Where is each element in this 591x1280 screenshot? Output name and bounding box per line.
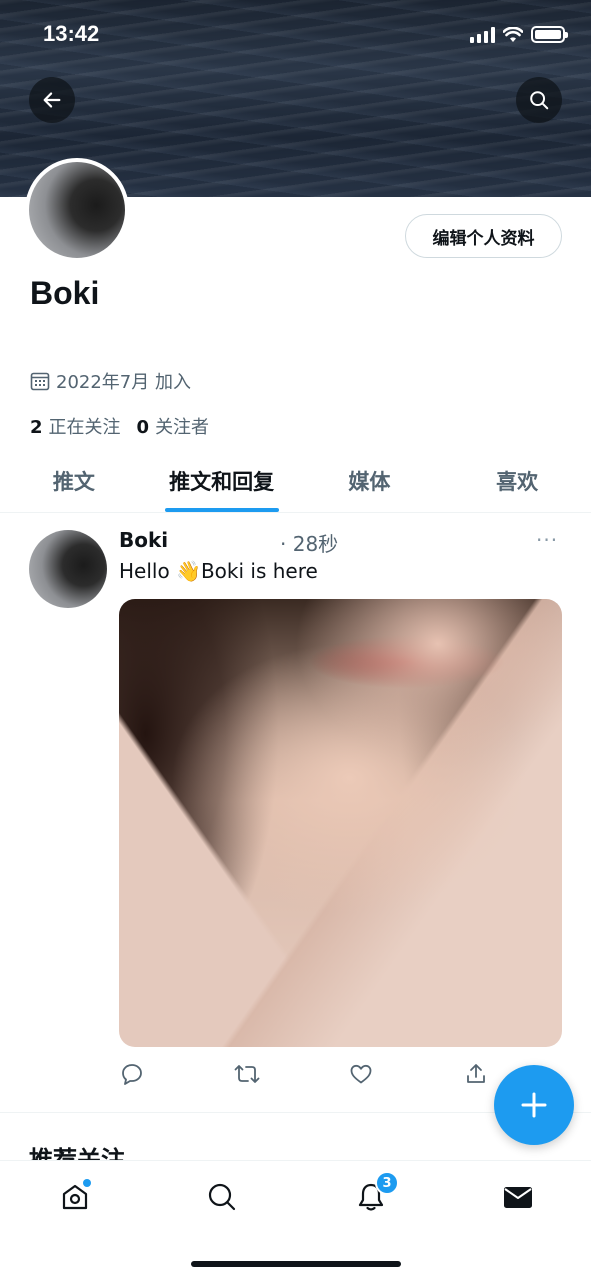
status-bar: 13:42 (0, 0, 591, 70)
join-date-row: 2022年7月 加入 (30, 368, 191, 394)
status-icons (470, 26, 568, 43)
following-count: 2 (30, 417, 43, 438)
join-date-text: 2022年7月 加入 (56, 372, 191, 393)
share-icon (467, 1064, 485, 1083)
heart-icon (350, 1064, 372, 1084)
nav-home[interactable] (55, 1177, 95, 1217)
search-icon (208, 1183, 236, 1211)
tweet-actions (119, 1061, 489, 1087)
tweet-author[interactable]: Boki (119, 528, 168, 552)
profile-display-name: Boki (30, 275, 100, 311)
followers-link[interactable]: 0 关注者 (137, 413, 210, 439)
reply-button[interactable] (119, 1061, 145, 1087)
tab-tweets[interactable]: 推文 (0, 450, 148, 512)
calendar-icon (30, 372, 50, 391)
retweet-button[interactable] (234, 1061, 260, 1087)
plus-icon (521, 1092, 547, 1118)
cellular-signal-icon (470, 26, 495, 43)
home-indicator (191, 1261, 401, 1267)
tab-likes[interactable]: 喜欢 (443, 450, 591, 512)
header-search-button[interactable] (516, 77, 562, 123)
notifications-badge: 3 (375, 1171, 399, 1195)
tweet-media-image[interactable] (119, 599, 562, 1047)
reply-icon (122, 1064, 142, 1085)
back-button[interactable] (29, 77, 75, 123)
edit-profile-button[interactable]: 编辑个人资料 (405, 214, 562, 258)
search-icon (530, 91, 549, 110)
tab-media[interactable]: 媒体 (296, 450, 444, 512)
like-button[interactable] (348, 1061, 374, 1087)
tweet-avatar[interactable] (29, 530, 107, 608)
status-time: 13:42 (43, 21, 100, 46)
followers-count: 0 (136, 417, 150, 438)
followers-label: 关注者 (155, 417, 210, 438)
nav-notifications[interactable]: 3 (351, 1171, 399, 1217)
tab-tweets-and-replies[interactable]: 推文和回复 (148, 450, 296, 512)
tweet-more-button[interactable]: ··· (536, 528, 558, 552)
tweet-text: Hello 👋Boki is here (119, 559, 318, 583)
nav-messages[interactable] (498, 1177, 538, 1217)
tweet-timestamp: · 28秒 (280, 532, 339, 556)
following-label: 正在关注 (48, 417, 121, 438)
compose-tweet-button[interactable] (494, 1065, 574, 1145)
nav-search[interactable] (202, 1177, 242, 1217)
follow-stats: 2 正在关注 0 关注者 (30, 413, 209, 439)
following-link[interactable]: 2 正在关注 (30, 413, 121, 439)
profile-tabs: 推文 推文和回复 媒体 喜欢 (0, 450, 591, 513)
share-button[interactable] (463, 1061, 489, 1087)
tweet[interactable]: Boki · 28秒 ··· Hello 👋Boki is here (0, 513, 591, 1113)
retweet-icon (234, 1065, 260, 1083)
profile-avatar[interactable] (25, 158, 129, 262)
arrow-left-icon (43, 92, 61, 108)
battery-icon (531, 26, 568, 43)
envelope-icon (504, 1187, 532, 1208)
wifi-icon (503, 26, 523, 42)
home-new-dot (83, 1179, 91, 1187)
